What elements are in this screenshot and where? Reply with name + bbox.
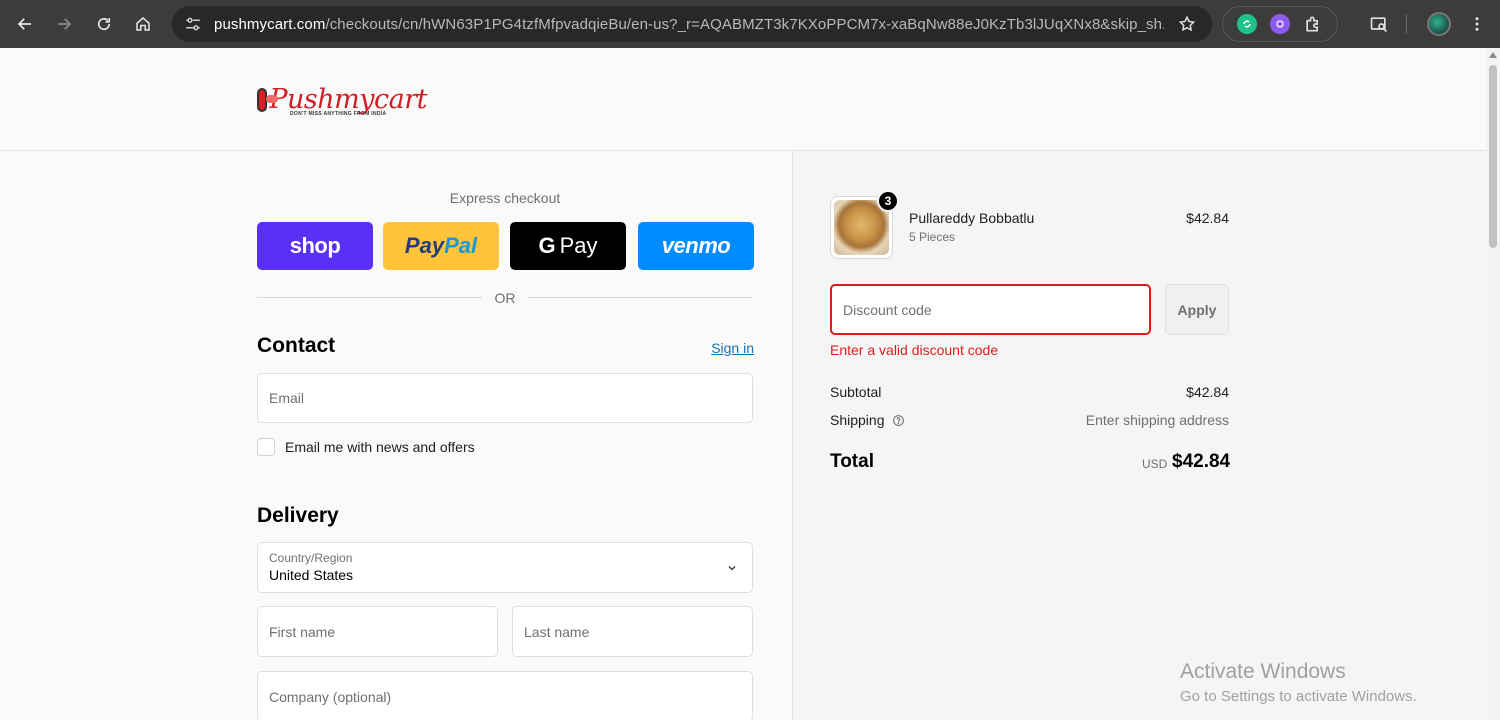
paypal-button[interactable]: Pay Pal (383, 222, 499, 270)
store-logo[interactable]: Pushmycart DON'T MISS ANYTHING FROM INDI… (257, 80, 427, 120)
profile-button[interactable] (1424, 0, 1454, 48)
discount-error: Enter a valid discount code (830, 342, 999, 358)
google-pay-label: Pay (559, 233, 598, 258)
logo-tagline: DON'T MISS ANYTHING FROM INDIA (290, 111, 387, 117)
country-value: United States (269, 567, 354, 583)
extension-green-icon[interactable] (1237, 14, 1258, 34)
logo-text: Pushmycart (269, 84, 427, 115)
paypal-label-b: Pal (444, 233, 478, 258)
paypal-label-a: Pay (404, 233, 445, 258)
store-header: Pushmycart DON'T MISS ANYTHING FROM INDI… (0, 48, 1486, 151)
first-name-placeholder: First name (269, 624, 336, 640)
home-button[interactable] (123, 4, 163, 44)
venmo-label: venmo (661, 233, 731, 258)
subtotal-label: Subtotal (830, 384, 882, 400)
windows-watermark-subtitle: Go to Settings to activate Windows. (1180, 688, 1417, 705)
cart-logo-icon (257, 88, 279, 112)
menu-button[interactable] (1464, 0, 1490, 48)
venmo-button[interactable]: venmo (638, 222, 754, 270)
bookmark-star-icon[interactable] (1178, 15, 1196, 33)
home-icon (136, 17, 150, 31)
country-label: Country/Region (269, 551, 353, 565)
url-host: pushmycart.com (214, 15, 326, 33)
product-name: Pullareddy Bobbatlu (909, 210, 1035, 226)
newsletter-row: Email me with news and offers (257, 438, 475, 456)
toolbar-separator (1406, 14, 1407, 34)
sign-in-link[interactable]: Sign in (700, 340, 754, 356)
contact-title: Contact (257, 334, 336, 357)
forward-button[interactable] (44, 4, 84, 44)
google-pay-button[interactable]: G Pay (510, 222, 626, 270)
newsletter-checkbox[interactable] (257, 438, 275, 456)
subtotal-row: Subtotal $42.84 (830, 384, 1229, 400)
shipping-label: Shipping (830, 412, 885, 428)
discount-placeholder: Discount code (843, 302, 932, 318)
total-amount: $42.84 (1172, 451, 1231, 472)
last-name-placeholder: Last name (524, 624, 590, 640)
total-currency: USD (1142, 457, 1168, 471)
scrollbar-thumb[interactable] (1489, 65, 1497, 248)
url-text[interactable]: pushmycart.com/checkouts/cn/hWN63P1PG4tz… (214, 16, 1164, 33)
product-price: $42.84 (1186, 210, 1229, 226)
country-select[interactable]: Country/Region United States (257, 542, 753, 593)
site-info-icon[interactable] (184, 15, 202, 33)
shipping-value: Enter shipping address (1085, 412, 1229, 428)
last-name-field[interactable]: Last name (512, 606, 753, 657)
column-divider (792, 151, 793, 720)
help-circle-icon[interactable] (892, 414, 905, 427)
scroll-up-arrow-icon[interactable] (1489, 52, 1497, 58)
delivery-title: Delivery (257, 504, 339, 527)
quantity-badge: 3 (877, 190, 899, 212)
extensions-puzzle-icon[interactable] (1303, 14, 1323, 34)
browser-toolbar: pushmycart.com/checkouts/cn/hWN63P1PG4tz… (0, 0, 1500, 48)
more-vertical-icon (1475, 17, 1479, 31)
arrow-right-icon (58, 18, 72, 30)
checkout-page: Pushmycart DON'T MISS ANYTHING FROM INDI… (0, 48, 1486, 720)
back-button[interactable] (5, 4, 45, 44)
or-text: OR (494, 290, 516, 306)
tab-search-icon (1370, 17, 1388, 33)
company-placeholder: Company (optional) (269, 689, 392, 705)
or-divider: OR (257, 288, 753, 308)
email-field[interactable]: Email (257, 373, 753, 423)
avatar (1427, 12, 1451, 36)
or-line-right (528, 297, 753, 298)
apply-button[interactable]: Apply (1165, 284, 1229, 335)
extensions-group (1222, 6, 1338, 42)
chevron-down-icon (728, 566, 736, 571)
first-name-field[interactable]: First name (257, 606, 498, 657)
url-path: /checkouts/cn/hWN63P1PG4tzfMfpvadqieBu/e… (325, 15, 1164, 33)
reload-button[interactable] (84, 4, 124, 44)
express-checkout-label: Express checkout (449, 190, 561, 206)
arrow-left-icon (17, 18, 31, 30)
order-summary-panel (793, 151, 1486, 720)
newsletter-label[interactable]: Email me with news and offers (285, 439, 475, 455)
company-field[interactable]: Company (optional) (257, 671, 753, 720)
shipping-row: Shipping Enter shipping address (830, 412, 1229, 428)
discount-code-field[interactable]: Discount code (830, 284, 1151, 335)
extension-purple-icon[interactable] (1269, 14, 1290, 34)
shop-pay-button[interactable]: shop (257, 222, 373, 270)
tab-search-button[interactable] (1364, 0, 1394, 48)
windows-watermark-title: Activate Windows (1180, 660, 1346, 683)
google-g-icon: G (538, 233, 556, 258)
reload-icon (97, 17, 111, 31)
address-bar[interactable]: pushmycart.com/checkouts/cn/hWN63P1PG4tz… (172, 6, 1212, 42)
total-label: Total (830, 451, 874, 472)
shop-pay-label: shop (289, 233, 341, 258)
subtotal-value: $42.84 (1186, 384, 1229, 400)
product-variant: 5 Pieces (909, 230, 956, 244)
email-placeholder: Email (269, 390, 305, 406)
